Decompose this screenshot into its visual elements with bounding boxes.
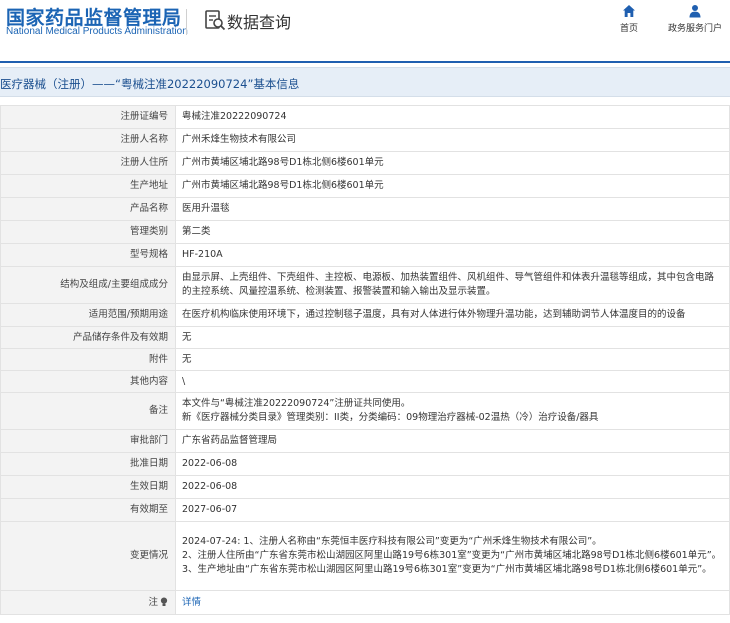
field-value: 广东省药品监督管理局	[175, 429, 730, 453]
remark-line: 本文件与“粤械注准20222090724”注册证共同使用。	[182, 398, 411, 409]
field-value: 广州市黄埔区埔北路98号D1栋北侧6楼601单元	[175, 174, 730, 198]
field-label: 备注	[0, 392, 176, 430]
table-row: 变更情况 2024-07-24: 1、注册人名称由“东莞恒丰医疗科技有限公司”变…	[0, 521, 730, 591]
table-row: 产品名称 医用升温毯	[0, 197, 730, 221]
field-value: 医用升温毯	[175, 197, 730, 221]
field-value: 无	[175, 348, 730, 371]
header-divider	[0, 61, 730, 63]
field-label: 生效日期	[0, 475, 176, 499]
nav-home-label: 首页	[619, 24, 638, 34]
field-value: 2022-06-08	[175, 452, 730, 476]
change-line: 2024-07-24: 1、注册人名称由“东莞恒丰医疗科技有限公司”变更为“广州…	[182, 536, 602, 547]
note-label-cell: 注	[0, 590, 176, 615]
field-label: 管理类别	[0, 220, 176, 244]
field-value: 2024-07-24: 1、注册人名称由“东莞恒丰医疗科技有限公司”变更为“广州…	[175, 521, 730, 591]
table-row: 管理类别 第二类	[0, 220, 730, 244]
registration-info-table: 注册证编号 粤械注准20222090724 注册人名称 广州禾烽生物技术有限公司…	[0, 105, 730, 615]
field-label: 注	[148, 596, 158, 608]
field-value: \	[175, 370, 730, 393]
field-label: 适用范围/预期用途	[0, 303, 176, 327]
field-value: 第二类	[175, 220, 730, 244]
nav-home[interactable]: 首页	[614, 4, 644, 34]
table-row: 注册证编号 粤械注准20222090724	[0, 105, 730, 129]
nav-service-portal[interactable]: 政务服务门户	[664, 4, 726, 34]
nav-portal-label: 政务服务门户	[667, 24, 722, 34]
field-value: 广州市黄埔区埔北路98号D1栋北侧6楼601单元	[175, 151, 730, 175]
field-label: 型号规格	[0, 243, 176, 267]
table-row: 注册人名称 广州禾烽生物技术有限公司	[0, 128, 730, 152]
logo-divider	[186, 9, 187, 35]
search-document-icon	[205, 10, 226, 31]
field-value: 2022-06-08	[175, 475, 730, 499]
home-icon	[623, 5, 635, 17]
table-row: 产品储存条件及有效期 无	[0, 326, 730, 349]
field-value: 粤械注准20222090724	[175, 105, 730, 129]
field-label: 产品储存条件及有效期	[0, 326, 176, 349]
table-row: 附件 无	[0, 348, 730, 371]
field-value: 2027-06-07	[175, 498, 730, 522]
field-value: 广州禾烽生物技术有限公司	[175, 128, 730, 152]
section-title-bar: 医疗器械（注册）——“粤械注准20222090724”基本信息	[0, 67, 730, 97]
table-row: 型号规格 HF-210A	[0, 243, 730, 267]
field-label: 变更情况	[0, 521, 176, 591]
table-row: 注册人住所 广州市黄埔区埔北路98号D1栋北侧6楼601单元	[0, 151, 730, 175]
table-row: 生产地址 广州市黄埔区埔北路98号D1栋北侧6楼601单元	[0, 174, 730, 198]
table-row: 有效期至 2027-06-07	[0, 498, 730, 522]
lightbulb-icon	[160, 597, 168, 606]
table-row: 生效日期 2022-06-08	[0, 475, 730, 499]
field-label: 其他内容	[0, 370, 176, 393]
table-row: 审批部门 广东省药品监督管理局	[0, 429, 730, 453]
field-label: 产品名称	[0, 197, 176, 221]
field-label: 附件	[0, 348, 176, 371]
field-label: 审批部门	[0, 429, 176, 453]
field-value: 在医疗机构临床使用环境下，通过控制毯子温度，具有对人体进行体外物理升温功能，达到…	[175, 303, 730, 327]
table-row: 适用范围/预期用途 在医疗机构临床使用环境下，通过控制毯子温度，具有对人体进行体…	[0, 303, 730, 327]
field-value: 无	[175, 326, 730, 349]
field-label: 注册人名称	[0, 128, 176, 152]
field-label: 注册证编号	[0, 105, 176, 129]
field-label: 注册人住所	[0, 151, 176, 175]
change-line: 3、生产地址由“广东省东莞市松山湖园区阿里山路19号6栋301室”变更为“广州市…	[182, 564, 712, 575]
table-row: 注 详情	[0, 590, 730, 615]
table-row: 批准日期 2022-06-08	[0, 452, 730, 476]
field-label: 有效期至	[0, 498, 176, 522]
site-logo-en[interactable]: National Medical Products Administration	[6, 26, 188, 37]
field-value: HF-210A	[175, 243, 730, 267]
section-title: 医疗器械（注册）——“粤械注准20222090724”基本信息	[0, 77, 300, 91]
field-value: 本文件与“粤械注准20222090724”注册证共同使用。 新《医疗器械分类目录…	[175, 392, 730, 430]
page-heading: 数据查询	[227, 13, 292, 32]
table-row: 结构及组成/主要组成成分 由显示屏、上壳组件、下壳组件、主控板、电源板、加热装置…	[0, 266, 730, 304]
remark-line: 新《医疗器械分类目录》管理类别：II类，分类编码：09物理治疗器械-02温热（冷…	[182, 412, 599, 423]
person-icon	[689, 5, 701, 18]
change-line: 2、注册人住所由“广东省东莞市松山湖园区阿里山路19号6栋301室”变更为“广州…	[182, 550, 722, 561]
site-header: 国家药品监督管理局 National Medical Products Admi…	[0, 0, 730, 44]
field-label: 批准日期	[0, 452, 176, 476]
field-label: 生产地址	[0, 174, 176, 198]
field-label: 结构及组成/主要组成成分	[0, 266, 176, 304]
field-value: 由显示屏、上壳组件、下壳组件、主控板、电源板、加热装置组件、风机组件、导气管组件…	[175, 266, 730, 304]
field-value: 详情	[175, 590, 730, 615]
table-row: 其他内容 \	[0, 370, 730, 393]
details-link[interactable]: 详情	[182, 597, 201, 608]
table-row: 备注 本文件与“粤械注准20222090724”注册证共同使用。 新《医疗器械分…	[0, 392, 730, 430]
